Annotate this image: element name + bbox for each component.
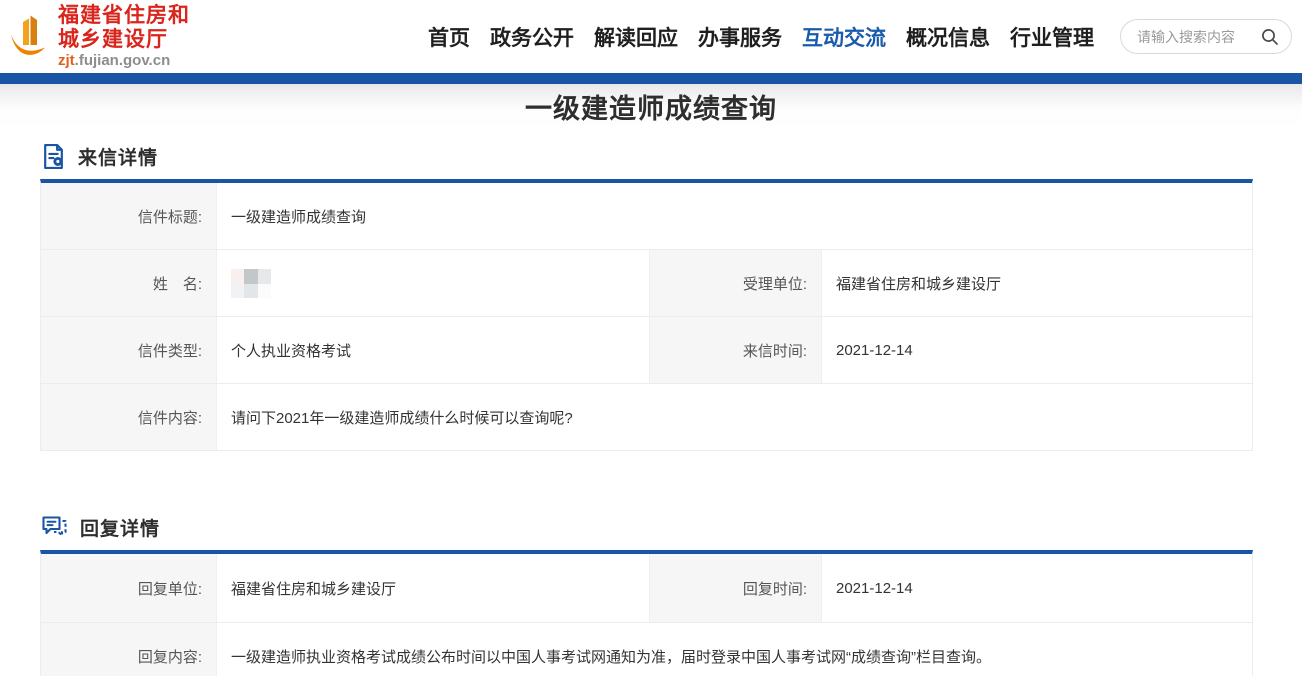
letter-date-value: 2021-12-14 [821, 317, 1252, 383]
accepting-unit-value: 福建省住房和城乡建设厅 [821, 250, 1252, 316]
reply-details-table: 回复单位: 福建省住房和城乡建设厅 回复时间: 2021-12-14 回复内容:… [40, 550, 1253, 676]
table-row: 姓 名: 受理单位: 福建省住房和城乡建设厅 [41, 250, 1252, 317]
nav-item-interaction[interactable]: 互动交流 [802, 22, 886, 52]
letter-date-label: 来信时间: [649, 317, 821, 383]
main-content: 来信详情 信件标题: 一级建造师成绩查询 姓 名: 受理单位: 福建省住房和城乡… [40, 142, 1253, 676]
redacted-name-blur [231, 269, 271, 298]
nav-item-overview[interactable]: 概况信息 [906, 22, 990, 52]
letter-content-label: 信件内容: [41, 384, 216, 450]
letter-name-value [216, 250, 649, 316]
letter-section-header: 来信详情 [40, 142, 1253, 170]
letter-type-label: 信件类型: [41, 317, 216, 383]
reply-date-value: 2021-12-14 [821, 554, 1252, 622]
reply-content-label: 回复内容: [41, 623, 216, 676]
letter-document-icon [40, 143, 67, 170]
reply-unit-label: 回复单位: [41, 554, 216, 622]
reply-bubbles-icon [40, 514, 69, 541]
table-row: 信件类型: 个人执业资格考试 来信时间: 2021-12-14 [41, 317, 1252, 384]
letter-subject-label: 信件标题: [41, 183, 216, 249]
nav-item-interpretation[interactable]: 解读回应 [594, 22, 678, 52]
reply-content-value: 一级建造师执业资格考试成绩公布时间以中国人事考试网通知为准，届时登录中国人事考试… [216, 623, 1252, 676]
accepting-unit-label: 受理单位: [649, 250, 821, 316]
nav-item-industry[interactable]: 行业管理 [1010, 22, 1094, 52]
org-name: 福建省住房和城乡建设厅 [58, 4, 206, 52]
header-divider-bar [0, 73, 1302, 84]
table-row: 信件标题: 一级建造师成绩查询 [41, 183, 1252, 250]
building-logo-icon [8, 14, 50, 60]
search-icon[interactable] [1261, 28, 1279, 46]
nav-item-gov-info[interactable]: 政务公开 [490, 22, 574, 52]
main-nav: 首页 政务公开 解读回应 办事服务 互动交流 概况信息 行业管理 [428, 22, 1094, 52]
nav-item-services[interactable]: 办事服务 [698, 22, 782, 52]
letter-details-table: 信件标题: 一级建造师成绩查询 姓 名: 受理单位: 福建省住房和城乡建设厅 信… [40, 179, 1253, 451]
table-row: 回复单位: 福建省住房和城乡建设厅 回复时间: 2021-12-14 [41, 554, 1252, 623]
letter-type-value: 个人执业资格考试 [216, 317, 649, 383]
page-title: 一级建造师成绩查询 [525, 87, 777, 126]
site-header: 福建省住房和城乡建设厅 zjt.fujian.gov.cn 首页 政务公开 解读… [0, 0, 1302, 73]
nav-item-home[interactable]: 首页 [428, 22, 470, 52]
site-url: zjt.fujian.gov.cn [58, 52, 206, 69]
table-row: 信件内容: 请问下2021年一级建造师成绩什么时候可以查询呢? [41, 384, 1252, 451]
letter-section-title: 来信详情 [78, 143, 158, 170]
reply-section-header: 回复详情 [40, 513, 1253, 541]
reply-unit-value: 福建省住房和城乡建设厅 [216, 554, 649, 622]
search-box [1120, 19, 1292, 54]
letter-content-value: 请问下2021年一级建造师成绩什么时候可以查询呢? [216, 384, 1252, 450]
search-input[interactable] [1137, 29, 1261, 45]
table-row: 回复内容: 一级建造师执业资格考试成绩公布时间以中国人事考试网通知为准，届时登录… [41, 623, 1252, 676]
reply-section-title: 回复详情 [80, 514, 160, 541]
site-logo[interactable]: 福建省住房和城乡建设厅 zjt.fujian.gov.cn [8, 4, 206, 70]
letter-subject-value: 一级建造师成绩查询 [216, 183, 1252, 249]
letter-name-label: 姓 名: [41, 250, 216, 316]
title-strip: 一级建造师成绩查询 [0, 84, 1302, 129]
reply-date-label: 回复时间: [649, 554, 821, 622]
